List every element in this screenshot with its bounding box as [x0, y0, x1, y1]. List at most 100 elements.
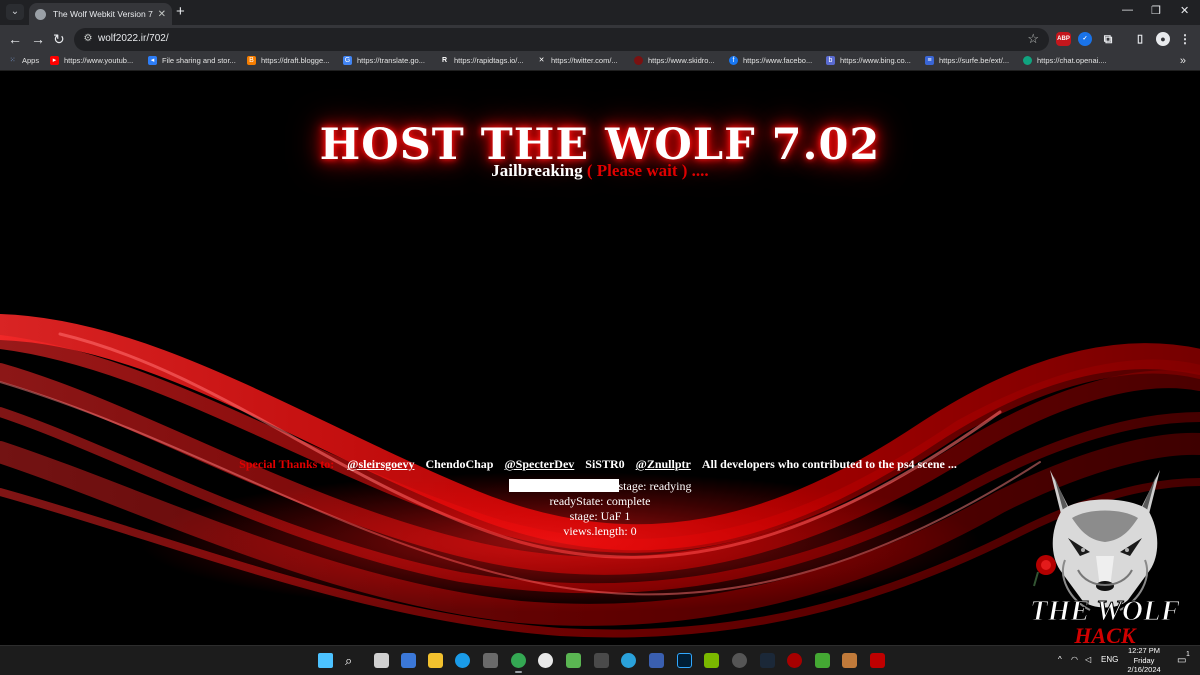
minimize-button[interactable]: — — [1122, 4, 1133, 16]
bookmark-label: https://www.youtub... — [64, 56, 134, 65]
camtasia-icon[interactable] — [815, 653, 830, 668]
tray-chevron-icon[interactable]: ^ — [1058, 655, 1062, 664]
bookmark-rapidtags[interactable]: Rhttps://rapidtags.io/... — [440, 56, 524, 65]
thanks-link[interactable]: @sleirsgoevy — [347, 457, 414, 471]
windows-start-icon[interactable] — [318, 653, 333, 668]
app-icon[interactable] — [649, 653, 664, 668]
bookmark-label: Apps — [22, 56, 40, 65]
logo-subtitle: HACK — [1073, 623, 1136, 645]
apps-grid-icon: ⁙ — [9, 57, 16, 64]
bookmark-twitter[interactable]: ✕ https://twitter.com/... — [537, 56, 618, 65]
thanks-label: Special Thanks to: — [239, 457, 335, 471]
app-icon[interactable] — [787, 653, 802, 668]
bookmark-bing[interactable]: b https://www.bing.co... — [826, 56, 911, 65]
edge-icon[interactable] — [455, 653, 470, 668]
wolf-hack-logo: THE WOLF HACK — [1029, 470, 1181, 645]
blogger-icon: B — [247, 56, 256, 65]
clock-day: Friday — [1133, 655, 1155, 665]
bookmark-translate[interactable]: Ghttps://translate.go... — [343, 56, 425, 65]
surfe-icon: ≡ — [925, 56, 934, 65]
thanks-link[interactable]: @Znullptr — [636, 457, 691, 471]
skidrow-icon — [634, 56, 643, 65]
bookmark-label: https://www.bing.co... — [840, 56, 911, 65]
bookmark-surfe[interactable]: ≡ https://surfe.be/ext/... — [925, 56, 1009, 65]
widgets-icon[interactable] — [401, 653, 416, 668]
log-text: stage: readying — [618, 479, 692, 493]
browser-toolbar: ← → ↻ ⚙ wolf2022.ir/702/ ☆ ABP ✓ ⧉ ▯ ● ⋮ — [0, 25, 1200, 54]
progress-bar — [508, 479, 619, 492]
bookmark-label: https://surfe.be/ext/... — [939, 56, 1010, 65]
app-icon[interactable] — [538, 653, 553, 668]
youtube-icon: ▸ — [50, 56, 59, 65]
bookmark-label: https://chat.openai.... — [1037, 56, 1107, 65]
bookmark-label: https://draft.blogge... — [261, 56, 330, 65]
site-info-icon[interactable]: ⚙ — [82, 33, 94, 45]
back-arrow-icon[interactable]: ← — [8, 31, 22, 47]
tab-search-chevron-icon[interactable]: ⌄ — [6, 4, 24, 20]
extensions-puzzle-icon[interactable]: ⧉ — [1101, 32, 1115, 46]
more-bookmarks-chevron-icon[interactable]: » — [1180, 55, 1186, 67]
bookmark-facebook[interactable]: f https://www.facebo... — [729, 56, 812, 65]
address-bar[interactable]: ⚙ wolf2022.ir/702/ ☆ — [74, 28, 1049, 51]
app-icon[interactable] — [704, 653, 719, 668]
forward-arrow-icon[interactable]: → — [31, 31, 45, 47]
windows-taskbar: ⌕ ^ ◠ ◁ ENG 12:27 PM Friday 2/16/2024 ▭ … — [0, 645, 1200, 675]
app-icon[interactable] — [594, 653, 609, 668]
bookmark-youtube[interactable]: ▸ https://www.youtub... — [50, 56, 133, 65]
task-view-icon[interactable] — [374, 653, 389, 668]
thanks-link[interactable]: @SpecterDev — [504, 457, 574, 471]
new-tab-button[interactable]: + — [176, 3, 185, 21]
tab-strip: ⌄ The Wolf Webkit Version 7.00 - ✕ + — ❐… — [0, 0, 1200, 25]
rapidtags-icon: R — [441, 57, 448, 64]
status-subtitle: Jailbreaking ( Please wait ) .... — [0, 161, 1200, 181]
tab-active[interactable]: The Wolf Webkit Version 7.00 - ✕ — [29, 3, 172, 25]
side-panel-icon[interactable]: ▯ — [1133, 32, 1147, 46]
volume-icon[interactable]: ◁ — [1085, 655, 1091, 664]
file-sharing-icon: ◂ — [148, 56, 157, 65]
file-explorer-icon[interactable] — [428, 653, 443, 668]
bing-icon: b — [826, 56, 835, 65]
bookmark-apps[interactable]: ⁙ Apps — [8, 56, 40, 65]
network-icon[interactable]: ◠ — [1071, 655, 1078, 664]
notepad-icon[interactable] — [566, 653, 581, 668]
jailbreaking-label: Jailbreaking — [491, 161, 583, 180]
window-close-button[interactable]: ✕ — [1180, 4, 1189, 17]
bookmarks-bar: ⁙ Apps ▸ https://www.youtub... ◂ File shari… — [0, 54, 1200, 71]
restore-button[interactable]: ❐ — [1151, 4, 1161, 17]
bookmark-star-icon[interactable]: ☆ — [1027, 31, 1039, 47]
menu-kebab-icon[interactable]: ⋮ — [1178, 32, 1192, 46]
profile-avatar-icon[interactable]: ● — [1156, 32, 1170, 46]
translate-icon: G — [343, 56, 352, 65]
bookmark-skidrow[interactable]: https://www.skidro... — [634, 56, 715, 65]
adblock-plus-icon[interactable]: ABP — [1056, 32, 1071, 46]
bookmark-label: https://rapidtags.io/... — [454, 56, 524, 65]
chrome-icon[interactable] — [511, 653, 526, 673]
system-clock[interactable]: 12:27 PM Friday 2/16/2024 — [1124, 646, 1164, 675]
bookmark-label: https://www.facebo... — [743, 56, 813, 65]
bookmark-label: https://translate.go... — [357, 56, 425, 65]
store-icon[interactable] — [483, 653, 498, 668]
app-icon[interactable] — [732, 653, 747, 668]
bookmark-label: File sharing and stor... — [162, 56, 236, 65]
facebook-icon: f — [729, 56, 738, 65]
photoshop-icon[interactable] — [677, 653, 692, 668]
bookmark-file-sharing[interactable]: ◂ File sharing and stor... — [148, 56, 236, 65]
shield-check-icon[interactable]: ✓ — [1078, 32, 1092, 46]
bookmark-label: https://twitter.com/... — [551, 56, 618, 65]
search-icon[interactable]: ⌕ — [345, 653, 360, 668]
notification-badge: 1 — [1186, 651, 1190, 658]
address-url[interactable]: wolf2022.ir/702/ — [98, 33, 169, 44]
steam-icon[interactable] — [760, 653, 775, 668]
openai-icon — [1023, 56, 1032, 65]
bookmark-label: https://www.skidro... — [648, 56, 715, 65]
clock-date: 2/16/2024 — [1127, 665, 1161, 674]
thanks-name: ChendoChap — [425, 457, 494, 471]
bookmark-blogger[interactable]: Bhttps://draft.blogge... — [247, 56, 329, 65]
close-tab-icon[interactable]: ✕ — [158, 9, 166, 20]
filezilla-icon[interactable] — [870, 653, 885, 668]
telegram-icon[interactable] — [621, 653, 636, 668]
bookmark-openai[interactable]: https://chat.openai.... — [1023, 56, 1107, 65]
app-icon[interactable] — [842, 653, 857, 668]
language-indicator[interactable]: ENG — [1101, 655, 1118, 664]
reload-icon[interactable]: ↻ — [53, 31, 65, 47]
